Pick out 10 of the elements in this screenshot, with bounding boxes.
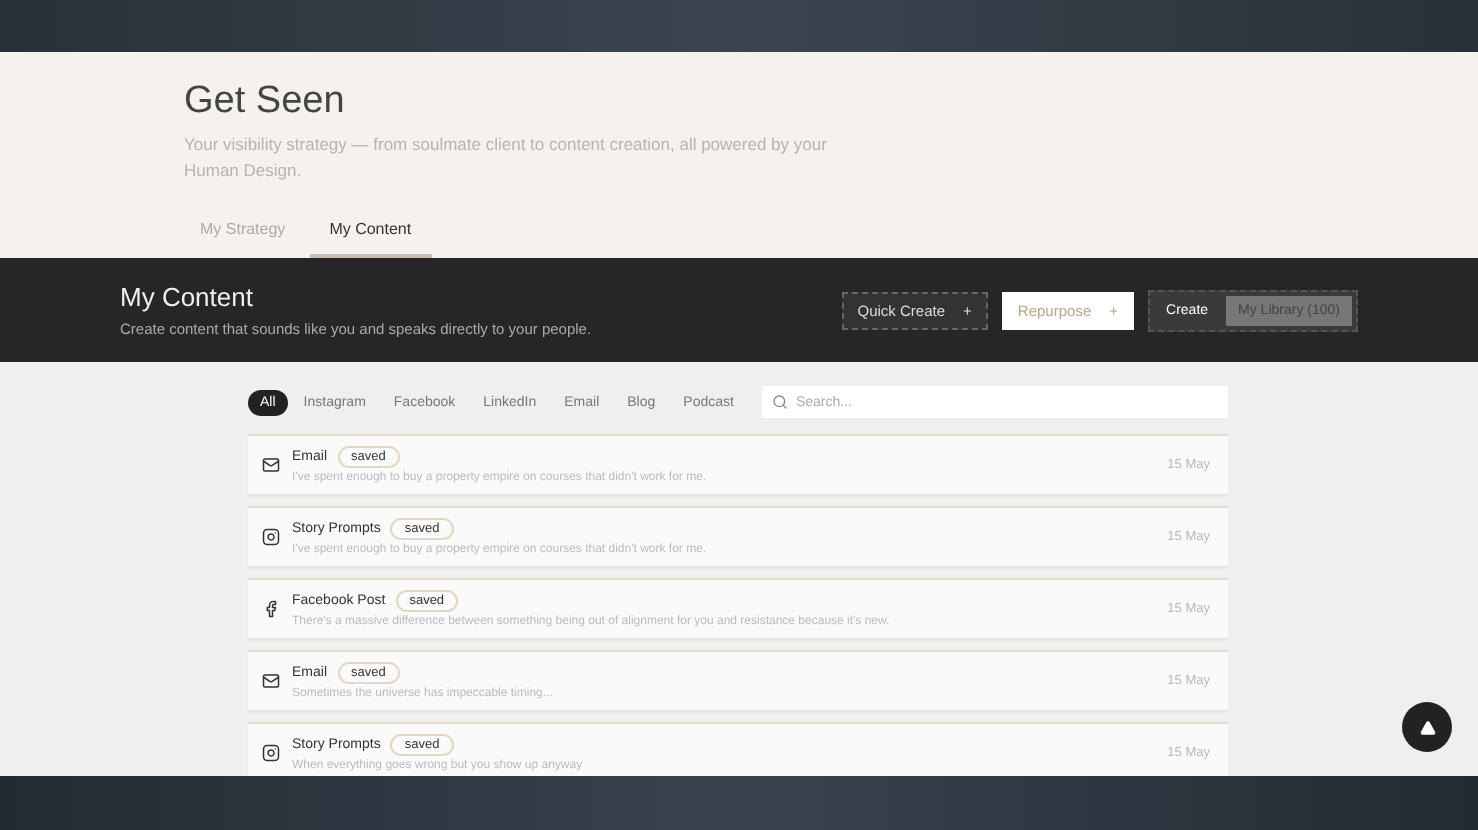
- section-title: My Content: [120, 282, 255, 312]
- camera-icon: [262, 528, 280, 546]
- page-title: Get Seen: [184, 80, 347, 124]
- triangle-icon: [1419, 719, 1435, 735]
- camera-icon: [262, 744, 280, 762]
- mail-icon: [262, 456, 280, 474]
- facebook-icon: [262, 600, 280, 618]
- page-subtitle: Your visibility strategy — from soulmate client to content creation, all powered by your Human Design.: [184, 132, 829, 184]
- search-icon: [771, 394, 788, 410]
- mail-icon: [262, 672, 280, 690]
